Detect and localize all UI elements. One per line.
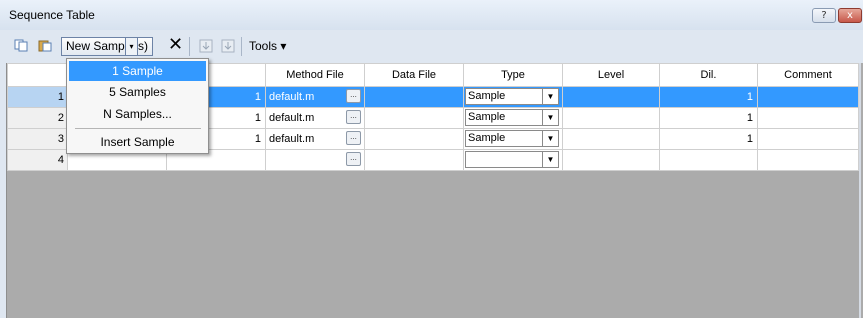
copy-icon[interactable]	[14, 39, 28, 52]
browse-button[interactable]: ...	[346, 89, 361, 103]
move-down-alt-icon[interactable]	[221, 39, 235, 53]
comment-cell[interactable]	[757, 149, 859, 171]
type-cell[interactable]: Sample ▼	[463, 107, 563, 129]
comment-cell[interactable]	[757, 128, 859, 150]
toolbar-separator	[241, 37, 242, 56]
browse-button[interactable]: ...	[346, 110, 361, 124]
paste-icon[interactable]	[38, 39, 52, 52]
dil-cell[interactable]	[659, 149, 758, 171]
data-file-cell[interactable]	[364, 128, 464, 150]
type-select[interactable]: Sample ▼	[465, 88, 559, 105]
chevron-down-icon[interactable]: ▼	[542, 152, 558, 167]
new-samples-menu: 1 Sample 5 Samples N Samples... Insert S…	[66, 58, 209, 154]
type-select[interactable]: ▼	[465, 151, 559, 168]
chevron-down-icon[interactable]: ▾	[125, 37, 138, 56]
chevron-down-icon[interactable]: ▼	[542, 89, 558, 104]
column-header-method-file[interactable]: Method File	[265, 63, 365, 87]
chevron-down-icon[interactable]: ▼	[542, 110, 558, 125]
scroll-edge	[859, 63, 861, 318]
method-file-value: default.m	[269, 112, 315, 124]
type-cell[interactable]: Sample ▼	[463, 128, 563, 150]
dil-cell[interactable]: 1	[659, 86, 758, 108]
column-header-comment[interactable]: Comment	[757, 63, 859, 87]
chevron-down-icon[interactable]: ▼	[542, 131, 558, 146]
sequence-table-window: Sequence Table ? x New Sample(s) ▾ ✕ Too…	[0, 0, 863, 318]
method-file-cell[interactable]: default.m...	[265, 107, 365, 129]
column-header[interactable]	[7, 63, 68, 87]
type-value: Sample	[468, 132, 506, 144]
menu-item-1-sample[interactable]: 1 Sample	[69, 61, 206, 81]
comment-cell[interactable]	[757, 107, 859, 129]
data-file-cell[interactable]	[364, 107, 464, 129]
type-cell[interactable]: ▼	[463, 149, 563, 171]
type-value: Sample	[468, 111, 506, 123]
row-number[interactable]: 2	[7, 107, 68, 129]
window-title: Sequence Table	[9, 8, 95, 22]
dil-cell[interactable]: 1	[659, 107, 758, 129]
row-number[interactable]: 1	[7, 86, 68, 108]
move-down-icon[interactable]	[199, 39, 213, 53]
row-number[interactable]: 3	[7, 128, 68, 150]
menu-separator	[75, 128, 201, 129]
dil-cell[interactable]: 1	[659, 128, 758, 150]
type-cell[interactable]: Sample ▼	[463, 86, 563, 108]
level-cell[interactable]	[562, 107, 660, 129]
type-select[interactable]: Sample ▼	[465, 130, 559, 147]
method-file-value: default.m	[269, 133, 315, 145]
help-button[interactable]: ?	[812, 8, 836, 23]
close-button[interactable]: x	[838, 8, 862, 23]
type-value: Sample	[468, 90, 506, 102]
browse-button[interactable]: ...	[346, 131, 361, 145]
delete-icon[interactable]: ✕	[168, 35, 183, 55]
method-file-value: default.m	[269, 91, 315, 103]
column-header-type[interactable]: Type	[463, 63, 563, 87]
column-header-dil[interactable]: Dil.	[659, 63, 758, 87]
method-file-cell[interactable]: ...	[265, 149, 365, 171]
comment-cell[interactable]	[757, 86, 859, 108]
level-cell[interactable]	[562, 86, 660, 108]
column-header-level[interactable]: Level	[562, 63, 660, 87]
data-file-cell[interactable]	[364, 149, 464, 171]
menu-item-insert-sample[interactable]: Insert Sample	[69, 132, 206, 152]
method-file-cell[interactable]: default.m...	[265, 128, 365, 150]
title-bar: Sequence Table ? x	[0, 0, 863, 31]
column-header-data-file[interactable]: Data File	[364, 63, 464, 87]
new-samples-button[interactable]: New Sample(s)	[61, 37, 154, 56]
method-file-cell[interactable]: default.m...	[265, 86, 365, 108]
menu-item-n-samples[interactable]: N Samples...	[69, 104, 206, 124]
data-file-cell[interactable]	[364, 86, 464, 108]
level-cell[interactable]	[562, 149, 660, 171]
browse-button[interactable]: ...	[346, 152, 361, 166]
type-select[interactable]: Sample ▼	[465, 109, 559, 126]
level-cell[interactable]	[562, 128, 660, 150]
tools-menu-button[interactable]: Tools ▾	[249, 39, 286, 53]
menu-item-5-samples[interactable]: 5 Samples	[69, 82, 206, 102]
toolbar-separator	[189, 37, 190, 56]
row-number[interactable]: 4	[7, 149, 68, 171]
